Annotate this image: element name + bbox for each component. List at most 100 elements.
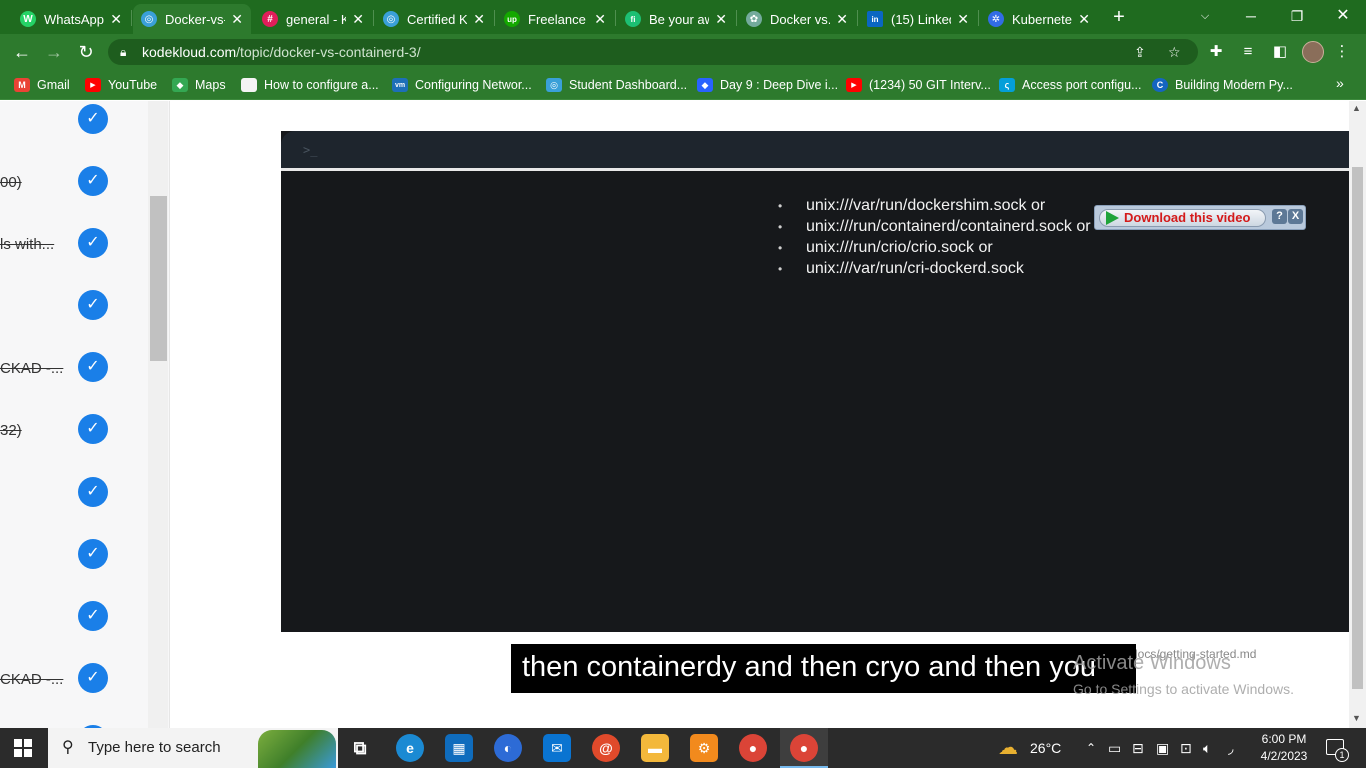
reload-icon[interactable]: ↻ bbox=[74, 40, 98, 64]
codemag-icon: C bbox=[1152, 78, 1168, 92]
tab-linkedin[interactable]: in (15) Linked ✕ bbox=[859, 4, 977, 34]
bookmark-how-to-configure[interactable]: How to configure a... bbox=[241, 76, 379, 94]
url-path: /topic/docker-vs-containerd-3/ bbox=[236, 44, 421, 60]
new-tab-button[interactable]: + bbox=[1108, 4, 1130, 30]
close-tab-icon[interactable]: ✕ bbox=[352, 11, 364, 28]
windows-start-icon[interactable] bbox=[14, 739, 32, 757]
menu-kebab-icon[interactable]: ⋮ bbox=[1332, 42, 1352, 62]
back-icon[interactable]: ← bbox=[10, 40, 34, 64]
close-tab-icon[interactable]: ✕ bbox=[836, 11, 848, 28]
side-panel-icon[interactable]: ◧ bbox=[1270, 42, 1290, 62]
browser-app-icon[interactable]: ◐ bbox=[494, 734, 522, 762]
close-tab-icon[interactable]: ✕ bbox=[715, 11, 727, 28]
forward-icon[interactable]: → bbox=[42, 40, 66, 64]
lock-icon[interactable]: 🔒︎ bbox=[120, 39, 126, 65]
tab-whatsapp[interactable]: W WhatsApp ✕ bbox=[12, 4, 130, 34]
sidebar-scrollbar-thumb[interactable] bbox=[150, 196, 167, 361]
completed-check-icon: ✓ bbox=[78, 166, 108, 196]
kubernetes-icon: ✲ bbox=[988, 11, 1004, 27]
extensions-icon[interactable]: ✚ bbox=[1206, 42, 1226, 62]
edge-icon[interactable]: e bbox=[396, 734, 424, 762]
close-tab-icon[interactable]: ✕ bbox=[473, 11, 485, 28]
network-device-icon[interactable]: ⊟ bbox=[1132, 728, 1144, 768]
bookmark-gmail[interactable]: M Gmail bbox=[14, 76, 70, 94]
tab-chatgpt-docker[interactable]: ✿ Docker vs. ✕ bbox=[738, 4, 856, 34]
bookmark-student-dashboard[interactable]: ◎ Student Dashboard... bbox=[546, 76, 687, 94]
close-tab-icon[interactable]: ✕ bbox=[957, 11, 969, 28]
chrome-profile-icon[interactable]: ● bbox=[790, 734, 818, 762]
taskbar-search-input[interactable]: ⚲ Type here to search bbox=[48, 728, 338, 768]
close-tab-icon[interactable]: ✕ bbox=[1078, 11, 1090, 28]
settings-gear-app-icon[interactable]: ⚙ bbox=[690, 734, 718, 762]
whatsapp-icon: W bbox=[20, 11, 36, 27]
volume-icon[interactable]: 🔈︎ bbox=[1203, 728, 1211, 768]
tab-certified-k[interactable]: ◎ Certified K ✕ bbox=[375, 4, 493, 34]
tab-kubernetes[interactable]: ✲ Kubernete ✕ bbox=[980, 4, 1098, 34]
linkedin-icon: in bbox=[867, 11, 883, 27]
webcam-icon[interactable]: ▣ bbox=[1156, 728, 1169, 768]
restore-icon[interactable]: ❐ bbox=[1274, 0, 1320, 32]
bookmark-label: Gmail bbox=[37, 78, 70, 92]
minimize-icon[interactable]: ─ bbox=[1228, 0, 1274, 32]
bookmark-day9-deep-dive[interactable]: ◆ Day 9 : Deep Dive i... bbox=[697, 76, 838, 94]
profile-avatar[interactable] bbox=[1302, 41, 1324, 63]
bookmark-maps[interactable]: ◆ Maps bbox=[172, 76, 226, 94]
clock[interactable]: 6:00 PM 4/2/2023 bbox=[1252, 731, 1316, 765]
lesson-item[interactable]: CKAD -... ✓ bbox=[0, 660, 148, 700]
close-tab-icon[interactable]: ✕ bbox=[110, 11, 122, 28]
video-player[interactable]: >_ unix:///var/run/dockershim.sock or un… bbox=[281, 131, 1349, 632]
more-bookmarks-icon[interactable]: » bbox=[1336, 75, 1344, 91]
app-swirl-icon[interactable]: @ bbox=[592, 734, 620, 762]
tab-label: Docker vs. bbox=[770, 11, 831, 27]
scroll-up-arrow-icon[interactable]: ▲ bbox=[1352, 103, 1361, 113]
bookmark-label: Day 9 : Deep Dive i... bbox=[720, 78, 839, 92]
wifi-icon[interactable]: ◞ bbox=[1228, 728, 1233, 768]
lesson-item[interactable]: ls with... ✓ bbox=[0, 225, 148, 265]
bookmark-youtube[interactable]: ▶ YouTube bbox=[85, 76, 157, 94]
show-hidden-icons-icon[interactable]: ⌃ bbox=[1086, 728, 1096, 768]
page-scrollbar-thumb[interactable] bbox=[1352, 167, 1363, 689]
help-button[interactable]: ? bbox=[1272, 209, 1287, 224]
battery-icon[interactable]: ▭ bbox=[1108, 728, 1121, 768]
tab-freelance[interactable]: up Freelance I ✕ bbox=[496, 4, 614, 34]
mail-icon[interactable]: ✉ bbox=[543, 734, 571, 762]
scroll-down-arrow-icon[interactable]: ▼ bbox=[1352, 713, 1361, 723]
close-window-icon[interactable]: ✕ bbox=[1320, 0, 1366, 32]
task-view-icon[interactable]: ⧉ bbox=[346, 734, 374, 762]
tab-search-icon[interactable]: ⌵ bbox=[1182, 0, 1228, 32]
microsoft-store-icon[interactable]: ▦ bbox=[445, 734, 473, 762]
lesson-item[interactable]: ✓ bbox=[0, 598, 148, 638]
lesson-item[interactable]: 00) ✓ bbox=[0, 163, 148, 203]
share-icon[interactable]: ⇪ bbox=[1134, 39, 1146, 65]
notification-count-badge: 1 bbox=[1335, 748, 1349, 762]
bookmark-building-modern-py[interactable]: C Building Modern Py... bbox=[1152, 76, 1293, 94]
weather-icon[interactable]: ☁ bbox=[998, 728, 1018, 768]
display-icon[interactable]: ⊡ bbox=[1180, 728, 1192, 768]
lesson-item[interactable]: 32) ✓ bbox=[0, 411, 148, 451]
bookmark-configuring-network[interactable]: vm Configuring Networ... bbox=[392, 76, 532, 94]
lesson-item[interactable]: CKAD -... ✓ bbox=[0, 349, 148, 389]
bookmark-git-interview[interactable]: ▶ (1234) 50 GIT Interv... bbox=[846, 76, 991, 94]
lesson-item[interactable]: ✓ bbox=[0, 287, 148, 327]
course-sidebar: ✓ 00) ✓ ls with... ✓ ✓ CKAD -... ✓ 32) ✓… bbox=[0, 101, 170, 728]
address-bar[interactable]: 🔒︎ kodekloud.com/topic/docker-vs-contain… bbox=[108, 39, 1198, 65]
tab-label: Be your aw bbox=[649, 11, 710, 27]
close-tab-icon[interactable]: ✕ bbox=[231, 11, 243, 28]
chrome-icon[interactable]: ● bbox=[739, 734, 767, 762]
lesson-title: CKAD -... bbox=[0, 671, 64, 688]
close-download-button[interactable]: X bbox=[1288, 209, 1303, 224]
close-tab-icon[interactable]: ✕ bbox=[594, 11, 606, 28]
bookmark-star-icon[interactable]: ☆ bbox=[1168, 39, 1181, 65]
tab-docker-vs-containerd[interactable]: ◎ Docker-vs- ✕ bbox=[133, 4, 251, 34]
lesson-item[interactable]: ✓ bbox=[0, 101, 148, 141]
lesson-item[interactable]: ✓ bbox=[0, 536, 148, 576]
media-control-icon[interactable]: ≡ bbox=[1238, 42, 1258, 62]
tab-slack-general[interactable]: # general - K ✕ bbox=[254, 4, 372, 34]
download-video-button[interactable]: Download this video bbox=[1099, 209, 1266, 227]
bookmark-access-port[interactable]: ς Access port configu... bbox=[999, 76, 1142, 94]
temperature[interactable]: 26°C bbox=[1030, 728, 1061, 768]
tab-fiverr[interactable]: fi Be your aw ✕ bbox=[617, 4, 735, 34]
lesson-item[interactable]: ✓ bbox=[0, 474, 148, 514]
bookmark-label: Maps bbox=[195, 78, 226, 92]
file-explorer-icon[interactable]: ▬ bbox=[641, 734, 669, 762]
